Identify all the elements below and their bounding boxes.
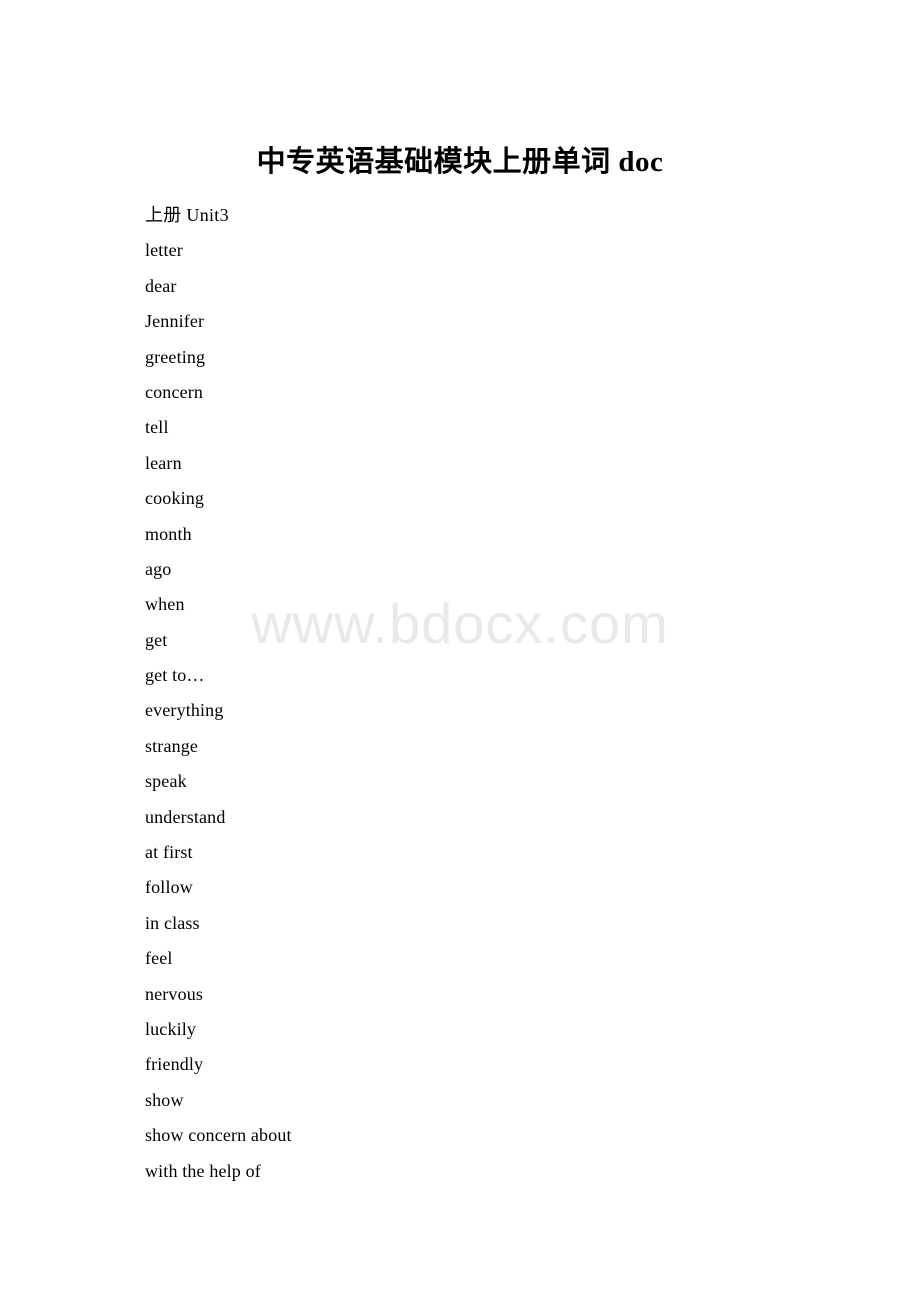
vocabulary-item: friendly [145, 1054, 204, 1075]
vocabulary-item: cooking [145, 488, 205, 509]
vocabulary-item: letter [145, 240, 183, 261]
vocabulary-item: in class [145, 912, 200, 933]
vocabulary-item: follow [145, 877, 193, 898]
vocabulary-item: nervous [145, 983, 204, 1004]
vocabulary-item: learn [145, 452, 182, 473]
vocabulary-item: strange [145, 735, 199, 756]
vocabulary-item: show concern about [145, 1125, 292, 1146]
document-page: www.bdocx.com 中专英语基础模块上册单词 doc 上册 Unit3 l… [0, 0, 920, 1302]
page-title: 中专英语基础模块上册单词 doc [256, 146, 664, 178]
vocabulary-item: feel [145, 948, 173, 969]
vocabulary-item: concern [145, 381, 204, 402]
vocabulary-item: Jennifer [145, 311, 205, 332]
vocabulary-item: everything [145, 700, 224, 721]
vocabulary-item: show [145, 1089, 184, 1110]
vocabulary-item: tell [145, 417, 169, 438]
vocabulary-item: dear [145, 275, 177, 296]
vocabulary-item: with the help of [145, 1160, 261, 1181]
vocabulary-item: greeting [145, 346, 206, 367]
vocabulary-item: get [145, 629, 168, 650]
vocabulary-item: ago [145, 558, 172, 579]
vocabulary-item: get to… [145, 665, 205, 686]
vocabulary-word-list: 上册 Unit3 letter dear Jennifer greeting concer… [145, 198, 845, 1189]
vocabulary-item: at first [145, 842, 193, 863]
vocabulary-item: speak [145, 771, 187, 792]
section-heading: 上册 Unit3 [145, 205, 229, 225]
vocabulary-item: understand [145, 806, 226, 827]
vocabulary-item: luckily [145, 1018, 197, 1039]
vocabulary-item: when [145, 594, 185, 615]
vocabulary-item: month [145, 523, 192, 544]
